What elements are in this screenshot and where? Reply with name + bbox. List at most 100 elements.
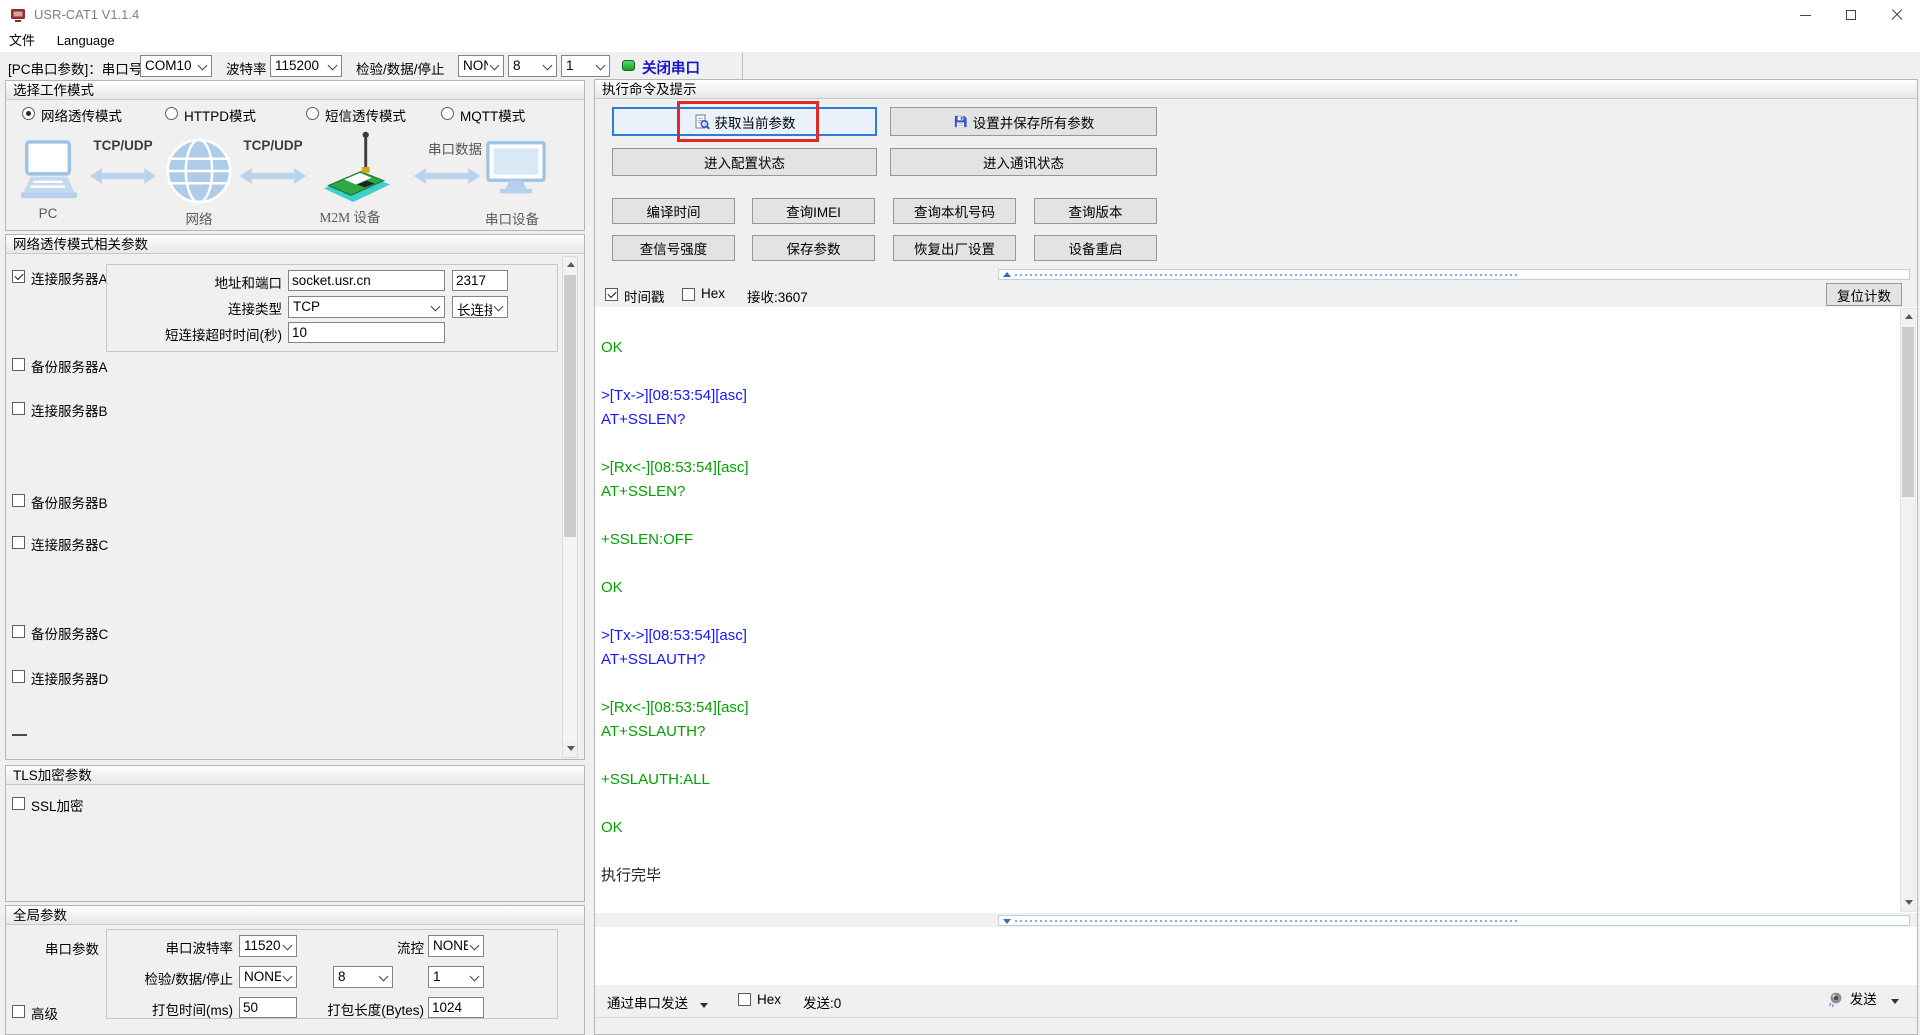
scroll-up-button[interactable] bbox=[563, 257, 577, 273]
work-mode-label-2: 短信透传模式 bbox=[325, 109, 406, 124]
query-signal-label: 查信号强度 bbox=[639, 242, 708, 257]
log-scrollbar[interactable] bbox=[1900, 308, 1916, 912]
get-params-button[interactable]: 获取当前参数 bbox=[612, 107, 877, 136]
parity-select[interactable]: NONE bbox=[458, 55, 504, 77]
close-port-label: 关闭串口 bbox=[642, 61, 700, 77]
server-a-checkbox[interactable] bbox=[12, 270, 25, 283]
parity-data-stop-label: 检验/数据/停止 bbox=[356, 62, 445, 77]
send-button[interactable]: 发送 bbox=[1828, 988, 1899, 1008]
maximize-icon bbox=[1846, 10, 1856, 20]
work-mode-radio-3[interactable] bbox=[441, 107, 454, 120]
tls-group bbox=[5, 765, 585, 902]
query-signal-button[interactable]: 查信号强度 bbox=[612, 235, 735, 261]
flow-select[interactable]: NONE bbox=[428, 935, 484, 957]
factory-reset-button[interactable]: 恢复出厂设置 bbox=[893, 235, 1016, 261]
query-imei-button[interactable]: 查询IMEI bbox=[752, 198, 875, 224]
timestamp-checkbox[interactable] bbox=[605, 288, 618, 301]
work-mode-radio-0[interactable] bbox=[22, 107, 35, 120]
pack-len-input[interactable] bbox=[428, 997, 484, 1018]
close-button[interactable] bbox=[1874, 0, 1920, 30]
server-checkbox-5[interactable] bbox=[12, 670, 25, 683]
g-parity-select[interactable]: NONE bbox=[239, 966, 297, 988]
send-input-area[interactable] bbox=[595, 927, 1917, 985]
com-port-select[interactable]: COM10 bbox=[140, 55, 212, 77]
log-scroll-up-button[interactable] bbox=[1901, 309, 1915, 325]
enter-config-state-button[interactable]: 进入配置状态 bbox=[612, 148, 877, 176]
node-label-network: 网络 bbox=[185, 212, 213, 227]
net-params-scrollbar[interactable] bbox=[562, 256, 578, 758]
server-a-address-input[interactable] bbox=[288, 270, 445, 291]
scroll-up-icon bbox=[567, 262, 575, 267]
server-checkbox-label-1: 连接服务器B bbox=[31, 404, 108, 419]
server-checkbox-3[interactable] bbox=[12, 536, 25, 549]
pc-serial-label: [PC串口参数]：串口号 bbox=[8, 62, 143, 77]
close-port-button[interactable]: 关闭串口 bbox=[618, 54, 734, 78]
short-conn-timeout-input[interactable] bbox=[288, 322, 445, 343]
node-label-pc: PC bbox=[38, 206, 58, 221]
window-title: USR-CAT1 V1.1.4 bbox=[34, 7, 140, 22]
scroll-up-icon bbox=[1905, 314, 1913, 319]
title-bar: USR-CAT1 V1.1.4 bbox=[0, 0, 1920, 30]
minimize-button[interactable] bbox=[1782, 0, 1828, 30]
keep-alive-select[interactable]: 长连接 bbox=[452, 296, 508, 318]
work-mode-radio-1[interactable] bbox=[165, 107, 178, 120]
compile-time-button[interactable]: 编译时间 bbox=[612, 198, 735, 224]
query-imei-label: 查询IMEI bbox=[786, 205, 841, 220]
send-via-dropdown[interactable]: 通过串口发送 bbox=[607, 992, 708, 1012]
set-save-params-button[interactable]: 设置并保存所有参数 bbox=[890, 107, 1157, 136]
collapsed-item-dash bbox=[12, 734, 27, 736]
baud-select[interactable]: 115200 bbox=[270, 55, 342, 77]
chevron-down-icon bbox=[468, 967, 483, 987]
g-databits-select[interactable]: 8 bbox=[333, 966, 393, 988]
g-stopbits-select[interactable]: 1 bbox=[428, 966, 484, 988]
conn-type-select[interactable]: TCP bbox=[288, 296, 445, 318]
chevron-down-icon bbox=[488, 56, 503, 76]
flow-label: 流控 bbox=[397, 941, 424, 956]
recv-hex-label: Hex bbox=[701, 286, 726, 301]
server-checkbox-4[interactable] bbox=[12, 625, 25, 638]
reset-counter-button[interactable]: 复位计数 bbox=[1826, 283, 1902, 306]
maximize-button[interactable] bbox=[1828, 0, 1874, 30]
work-mode-radio-2[interactable] bbox=[306, 107, 319, 120]
scrollbar-thumb[interactable] bbox=[564, 275, 576, 537]
short-conn-timeout-label: 短连接超时时间(秒) bbox=[165, 328, 282, 343]
g-baud-select[interactable]: 115200 bbox=[239, 935, 297, 957]
pack-time-input[interactable] bbox=[239, 997, 297, 1018]
stopbits-select[interactable]: 1 bbox=[561, 55, 610, 77]
g-databits-value: 8 bbox=[338, 969, 346, 984]
ssl-label: SSL加密 bbox=[31, 799, 84, 814]
g-baud-label: 串口波特率 bbox=[165, 941, 234, 956]
databits-select[interactable]: 8 bbox=[508, 55, 557, 77]
recv-hex-checkbox[interactable] bbox=[682, 288, 695, 301]
pack-time-label: 打包时间(ms) bbox=[152, 1003, 233, 1018]
server-a-port-input[interactable] bbox=[452, 270, 508, 291]
advanced-checkbox[interactable] bbox=[12, 1005, 25, 1018]
log-scroll-down-button[interactable] bbox=[1901, 895, 1915, 911]
send-top-splitter[interactable] bbox=[998, 915, 1910, 926]
server-checkbox-0[interactable] bbox=[12, 358, 25, 371]
command-panel-header: 执行命令及提示 bbox=[594, 79, 1918, 99]
log-line: >[Tx->][08:53:54][asc] bbox=[601, 627, 747, 644]
query-phone-number-button[interactable]: 查询本机号码 bbox=[893, 198, 1016, 224]
log-scrollbar-thumb[interactable] bbox=[1902, 327, 1914, 497]
log-line: AT+SSLAUTH? bbox=[601, 723, 706, 740]
recv-count: 接收:3607 bbox=[747, 286, 808, 306]
ssl-checkbox[interactable] bbox=[12, 797, 25, 810]
server-checkbox-1[interactable] bbox=[12, 402, 25, 415]
work-mode-label-1: HTTPD模式 bbox=[184, 109, 256, 124]
log-top-splitter[interactable] bbox=[998, 269, 1910, 280]
enter-comm-state-button[interactable]: 进入通讯状态 bbox=[890, 148, 1157, 176]
save-params-button[interactable]: 保存参数 bbox=[752, 235, 875, 261]
send-hex-checkbox[interactable] bbox=[738, 993, 751, 1006]
menu-file[interactable]: 文件 bbox=[0, 30, 44, 52]
server-checkbox-2[interactable] bbox=[12, 494, 25, 507]
query-version-button[interactable]: 查询版本 bbox=[1034, 198, 1157, 224]
scroll-down-button[interactable] bbox=[563, 741, 577, 757]
device-restart-button[interactable]: 设备重启 bbox=[1034, 235, 1157, 261]
save-params-label: 保存参数 bbox=[786, 242, 841, 257]
menu-language[interactable]: Language bbox=[48, 30, 124, 52]
